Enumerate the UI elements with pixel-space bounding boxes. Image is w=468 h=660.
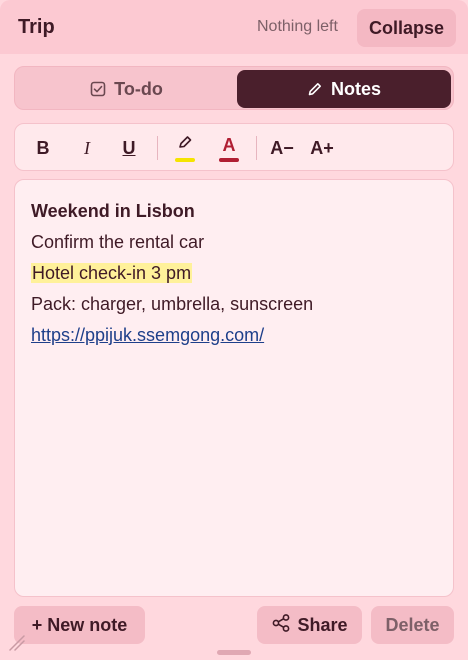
drag-handle[interactable] xyxy=(217,650,251,655)
share-button[interactable]: Share xyxy=(257,606,362,644)
font-color-swatch xyxy=(219,157,239,162)
share-icon xyxy=(271,613,291,638)
view-tabs: To-do Notes xyxy=(14,66,454,110)
increase-font-button[interactable]: A+ xyxy=(307,132,337,164)
new-note-button[interactable]: + New note xyxy=(14,606,145,644)
underline-button[interactable]: U xyxy=(117,132,141,164)
decrease-font-button[interactable]: A− xyxy=(268,132,296,164)
tab-todo-label: To-do xyxy=(114,78,163,99)
window-title: Trip xyxy=(18,16,55,38)
note-line: Confirm the rental car xyxy=(31,227,437,258)
collapse-button[interactable]: Collapse xyxy=(357,9,456,47)
status-text: Nothing left xyxy=(257,18,338,35)
highlighted-text: Hotel check-in 3 pm xyxy=(31,263,193,283)
note-heading: Weekend in Lisbon xyxy=(31,201,195,221)
note-line: Hotel check-in 3 pm xyxy=(31,258,437,289)
formatting-toolbar: B I U A A− A+ xyxy=(14,123,454,171)
note-line: Pack: charger, umbrella, sunscreen xyxy=(31,289,437,320)
note-line-text: Confirm the rental car xyxy=(31,232,205,252)
header-bar: Trip Nothing left Collapse xyxy=(0,0,468,54)
tab-notes[interactable]: Notes xyxy=(237,70,451,108)
note-editor[interactable]: Weekend in Lisbon Confirm the rental car… xyxy=(14,179,454,597)
note-line-text: Pack: charger, umbrella, sunscreen xyxy=(31,294,314,314)
delete-button[interactable]: Delete xyxy=(371,606,454,644)
toolbar-divider xyxy=(157,136,158,160)
note-line: https://ppijuk.ssemgong.com/ xyxy=(31,320,437,351)
note-link[interactable]: https://ppijuk.ssemgong.com/ xyxy=(31,325,264,345)
checkbox-icon xyxy=(90,81,106,97)
highlight-color-swatch xyxy=(175,157,195,162)
toolbar-divider xyxy=(256,136,257,160)
notes-window: Trip Nothing left Collapse To-do Notes B xyxy=(0,0,468,660)
tab-notes-label: Notes xyxy=(330,78,381,99)
highlight-button[interactable] xyxy=(171,132,199,164)
share-label: Share xyxy=(297,614,348,635)
pencil-icon xyxy=(307,81,323,97)
font-color-label: A xyxy=(222,134,236,155)
italic-button[interactable]: I xyxy=(75,132,99,164)
highlighter-icon xyxy=(176,135,194,156)
tab-todo[interactable]: To-do xyxy=(18,70,235,108)
font-color-button[interactable]: A xyxy=(215,132,243,164)
bold-button[interactable]: B xyxy=(31,132,55,164)
resize-grip-icon[interactable] xyxy=(8,634,26,652)
